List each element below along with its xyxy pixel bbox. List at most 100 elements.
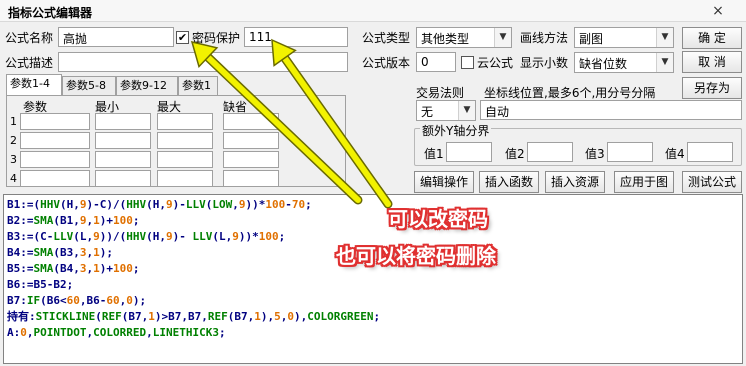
title-bar: [0, 0, 746, 22]
edit-operation-button[interactable]: 编辑操作: [414, 171, 474, 193]
y-value-4-input[interactable]: [687, 142, 733, 162]
param-3-default[interactable]: [223, 151, 279, 168]
code-token: 0: [126, 294, 133, 307]
param-1-min[interactable]: [95, 113, 151, 130]
code-token: LLV: [53, 230, 74, 243]
param-2-default[interactable]: [223, 132, 279, 149]
tab-params-13[interactable]: 参数1: [178, 76, 218, 96]
code-token: ,: [26, 326, 34, 339]
draw-method-label: 画线方法: [520, 31, 569, 45]
tab-params-5-8[interactable]: 参数5-8: [62, 76, 116, 96]
decimal-label: 显示小数: [520, 56, 569, 70]
ok-button[interactable]: 确 定: [682, 27, 742, 49]
tab-params-1-4[interactable]: 参数1-4: [6, 74, 62, 96]
param-1-name[interactable]: [20, 113, 90, 130]
code-line: B4:=SMA(B3,3,1);: [7, 245, 113, 261]
code-token: POINTDOT: [33, 326, 87, 339]
code-token: (: [60, 198, 67, 211]
insert-function-button[interactable]: 插入函数: [479, 171, 539, 193]
formula-type-select[interactable]: 其他类型 ▼: [416, 27, 512, 48]
code-token: SMA: [33, 262, 54, 275]
code-line: B7:IF(B6<60,B6-60,0);: [7, 293, 146, 309]
param-4-min[interactable]: [95, 170, 151, 187]
code-token: LLV: [185, 198, 206, 211]
test-formula-button[interactable]: 测试公式: [682, 171, 742, 193]
param-3-min[interactable]: [95, 151, 151, 168]
formula-version-input[interactable]: 0: [416, 52, 456, 72]
code-line: B1:=(HHV(H,9)-C)/(HHV(H,9)-LLV(LOW,9))*1…: [7, 197, 312, 213]
code-token: 100: [265, 198, 286, 211]
code-token: (H,: [146, 230, 166, 243]
code-token: 1: [148, 310, 155, 323]
coord-line-label: 坐标线位置,最多6个,用分号分隔: [484, 86, 656, 100]
y-value-3-label: 值3: [585, 147, 605, 161]
decimal-value: 缺省位数: [579, 57, 628, 71]
code-token: ,: [73, 198, 80, 211]
param-2-name[interactable]: [20, 132, 90, 149]
code-token: B4:=: [7, 246, 34, 259]
param-3-max[interactable]: [157, 151, 213, 168]
formula-version-label: 公式版本: [362, 56, 411, 70]
draw-method-select[interactable]: 副图 ▼: [574, 27, 674, 48]
cancel-button[interactable]: 取 消: [682, 51, 742, 73]
tab-params-9-12[interactable]: 参数9-12: [116, 76, 178, 96]
param-4-default[interactable]: [223, 170, 279, 187]
password-input[interactable]: 111: [244, 27, 348, 47]
apply-to-chart-button[interactable]: 应用于图: [614, 171, 674, 193]
code-token: (B6<: [40, 294, 67, 307]
code-token: ,B6-: [79, 294, 107, 307]
param-row-2-index: 2: [10, 134, 17, 147]
coord-line-input[interactable]: 自动: [480, 100, 742, 120]
code-line: 持有:STICKLINE(REF(B7,1)>B7,B7,REF(B7,1),5…: [7, 309, 380, 325]
code-token: 5: [274, 310, 281, 323]
code-token: HHV: [40, 198, 60, 211]
code-editor[interactable]: B1:=(HHV(H,9)-C)/(HHV(H,9)-LLV(LOW,9))*1…: [3, 194, 743, 364]
param-1-default[interactable]: [223, 113, 279, 130]
code-token: 9: [166, 198, 173, 211]
close-icon[interactable]: ×: [708, 2, 728, 20]
code-token: 1: [93, 214, 100, 227]
param-2-min[interactable]: [95, 132, 151, 149]
code-token: COLORRED: [93, 326, 147, 339]
code-token: 70: [291, 198, 306, 211]
code-token: SMA: [33, 246, 54, 259]
decimal-select[interactable]: 缺省位数 ▼: [574, 52, 674, 73]
save-as-button[interactable]: 另存为: [682, 77, 742, 99]
code-token: IF: [26, 294, 41, 307]
param-row-3-index: 3: [10, 153, 17, 166]
code-token: );: [99, 246, 113, 259]
draw-method-value: 副图: [579, 32, 604, 46]
param-1-max[interactable]: [157, 113, 213, 130]
code-token: )-: [172, 198, 186, 211]
code-token: COLORGREEN: [307, 310, 374, 323]
trade-rule-select[interactable]: 无 ▼: [416, 100, 476, 121]
code-line: B5:=SMA(B4,3,1)+100;: [7, 261, 140, 277]
param-4-name[interactable]: [20, 170, 90, 187]
param-4-max[interactable]: [157, 170, 213, 187]
code-token: ,: [146, 326, 153, 339]
y-value-3-input[interactable]: [607, 142, 653, 162]
formula-name-input[interactable]: 高抛: [58, 27, 174, 47]
code-token: SMA: [33, 214, 54, 227]
insert-resource-button[interactable]: 插入资源: [545, 171, 605, 193]
code-token: 100: [113, 262, 133, 275]
formula-desc-input[interactable]: [58, 52, 348, 72]
code-token: ),: [293, 310, 308, 323]
trade-rule-value: 无: [421, 105, 434, 119]
window-title: 指标公式编辑器: [8, 6, 93, 20]
code-token: );: [132, 294, 147, 307]
code-token: )+: [99, 214, 113, 227]
y-value-1-input[interactable]: [446, 142, 492, 162]
cloud-formula-checkbox[interactable]: [461, 56, 474, 69]
code-token: 9: [165, 230, 173, 243]
password-checkbox[interactable]: ✔: [176, 31, 189, 44]
code-token: (B4,: [53, 262, 80, 275]
param-row-4-index: 4: [10, 172, 17, 185]
code-token: HHV: [126, 230, 147, 243]
y-value-2-input[interactable]: [527, 142, 573, 162]
param-3-name[interactable]: [20, 151, 90, 168]
formula-type-label: 公式类型: [362, 31, 411, 45]
param-2-max[interactable]: [157, 132, 213, 149]
code-token: 持有:: [7, 310, 36, 323]
code-token: (H,: [146, 198, 166, 211]
